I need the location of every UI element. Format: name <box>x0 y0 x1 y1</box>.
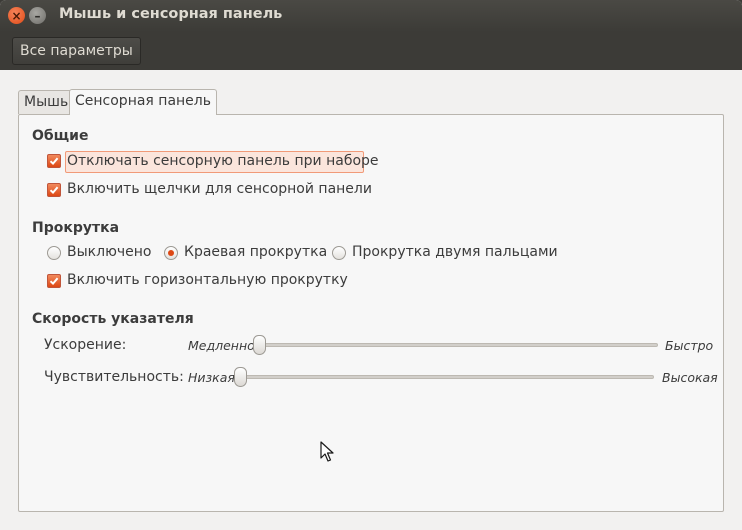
all-settings-button[interactable]: Все параметры <box>12 37 141 65</box>
tab-touchpad[interactable]: Сенсорная панель <box>69 89 217 115</box>
tab-mouse[interactable]: Мышь <box>18 90 75 114</box>
disable-while-typing-checkbox[interactable] <box>47 154 61 168</box>
horizontal-scroll-checkbox[interactable] <box>47 274 61 288</box>
edge-scroll-label[interactable]: Краевая прокрутка <box>184 244 327 260</box>
edge-scroll-radio[interactable] <box>164 246 178 260</box>
close-button[interactable]: × <box>8 7 25 24</box>
scroll-off-label[interactable]: Выключено <box>67 244 151 260</box>
minimize-icon: – <box>34 8 41 23</box>
tap-to-click-label[interactable]: Включить щелчки для сенсорной панели <box>67 181 372 197</box>
sensitivity-min-label: Низкая <box>188 370 235 385</box>
sensitivity-slider-track[interactable] <box>234 375 654 379</box>
window: × – Мышь и сенсорная панель Все параметр… <box>0 0 742 530</box>
two-finger-scroll-radio[interactable] <box>332 246 346 260</box>
checkmark-icon <box>49 277 59 286</box>
checkmark-icon <box>49 157 59 166</box>
acceleration-slider-track[interactable] <box>253 343 658 347</box>
acceleration-max-label: Быстро <box>665 338 714 353</box>
minimize-button[interactable]: – <box>29 7 46 24</box>
tap-to-click-checkbox[interactable] <box>47 183 61 197</box>
mouse-pointer-icon <box>320 441 334 462</box>
scroll-off-radio[interactable] <box>47 246 61 260</box>
checkmark-icon <box>49 186 59 195</box>
scrolling-heading: Прокрутка <box>32 220 120 236</box>
general-heading: Общие <box>32 128 89 144</box>
acceleration-label: Ускорение: <box>44 337 127 353</box>
sensitivity-slider-thumb[interactable] <box>234 367 247 387</box>
two-finger-scroll-label[interactable]: Прокрутка двумя пальцами <box>352 244 558 260</box>
window-title: Мышь и сенсорная панель <box>59 6 283 22</box>
disable-while-typing-label[interactable]: Отключать сенсорную панель при наборе <box>67 153 379 169</box>
acceleration-slider-thumb[interactable] <box>253 335 266 355</box>
toolbar: Все параметры <box>0 32 742 70</box>
pointer-speed-heading: Скорость указателя <box>32 311 194 327</box>
acceleration-min-label: Медленно <box>188 338 255 353</box>
title-bar: × – Мышь и сенсорная панель <box>0 0 742 32</box>
close-icon: × <box>11 8 22 23</box>
sensitivity-label: Чувствительность: <box>44 369 184 385</box>
sensitivity-max-label: Высокая <box>662 370 718 385</box>
horizontal-scroll-label[interactable]: Включить горизонтальную прокрутку <box>67 272 348 288</box>
